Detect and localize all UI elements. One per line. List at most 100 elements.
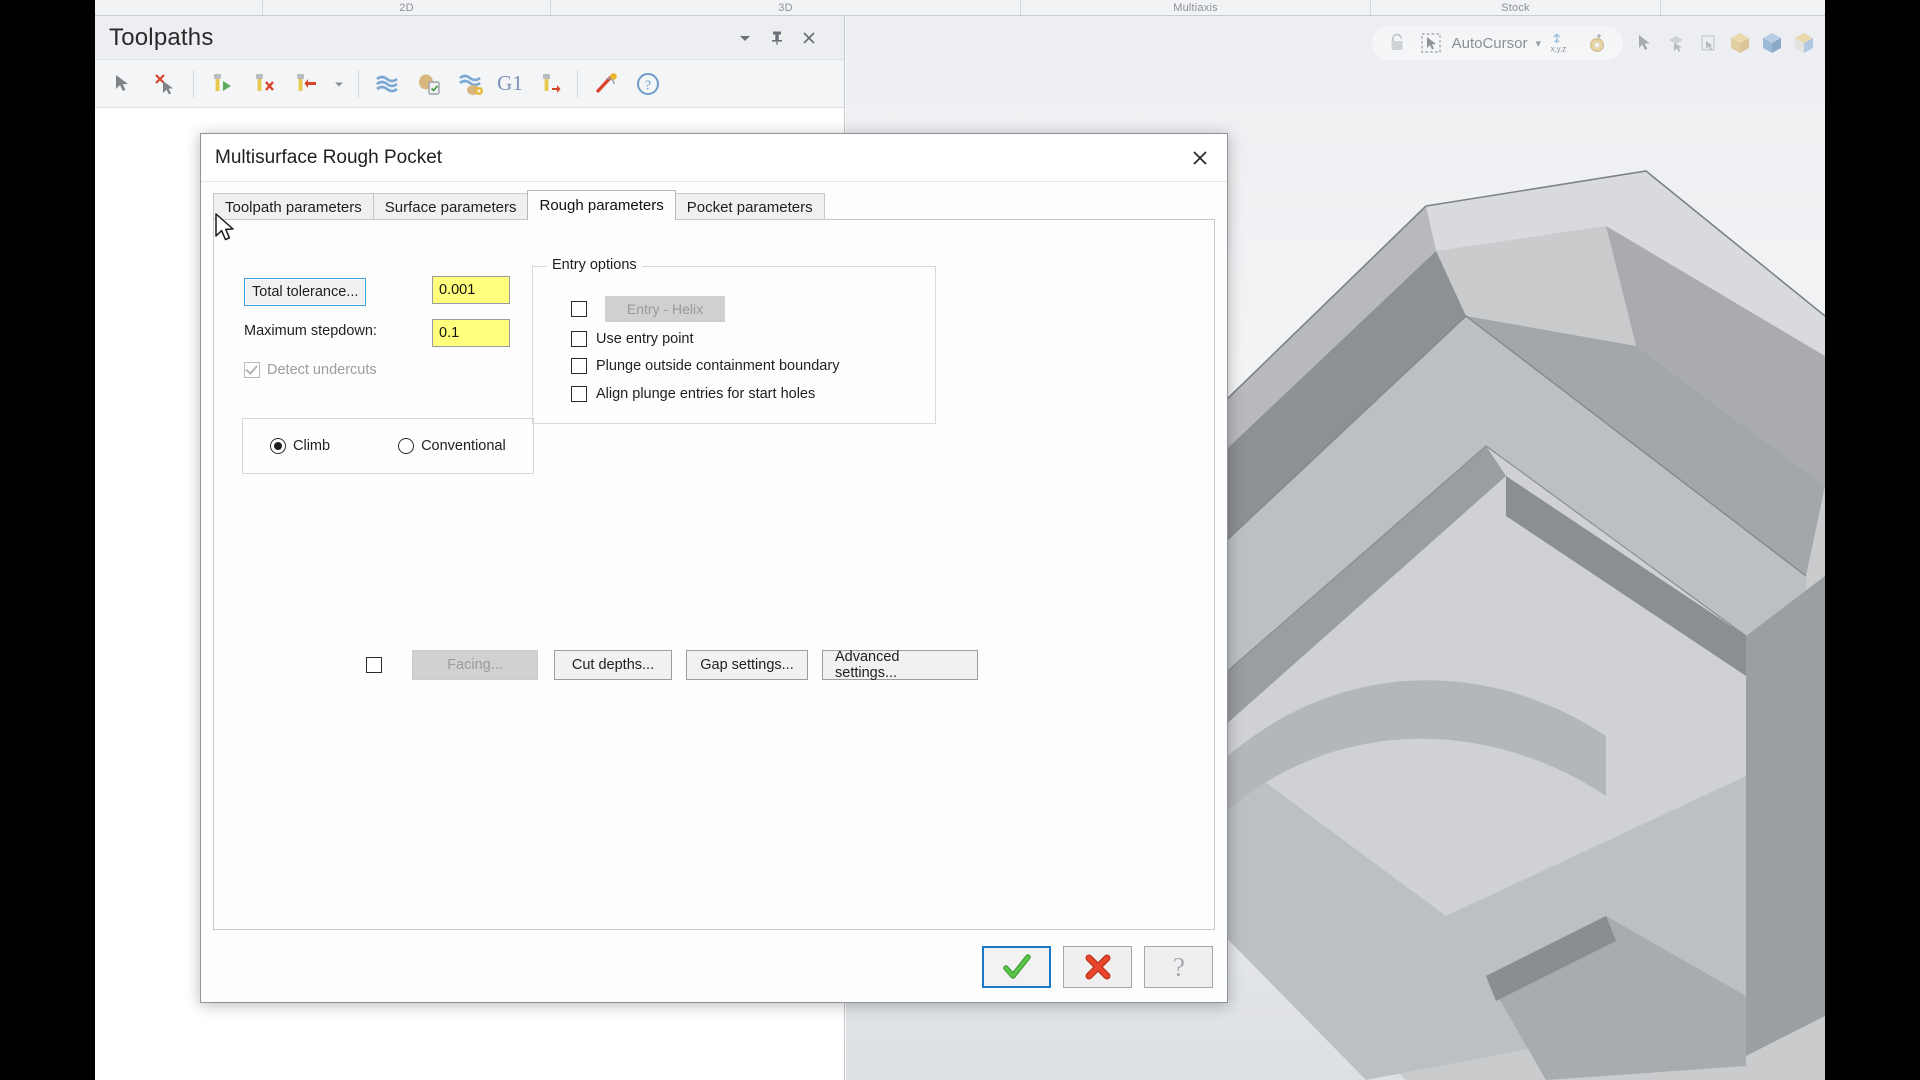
high-speed-toolpath-icon[interactable] (586, 64, 626, 104)
use-entry-point-checkbox[interactable] (571, 331, 587, 347)
select-face-icon[interactable] (1663, 30, 1689, 56)
detect-undercuts-row[interactable]: Detect undercuts (244, 362, 377, 378)
cut-depths-button[interactable]: Cut depths... (554, 650, 672, 680)
gap-settings-button[interactable]: Gap settings... (686, 650, 808, 680)
chevron-down-icon[interactable] (736, 29, 754, 47)
plunge-outside-boundary-checkbox[interactable] (571, 358, 587, 374)
climb-radio-indicator (270, 438, 286, 454)
g1-backplot-icon[interactable]: G1 (493, 64, 527, 104)
help-icon[interactable]: ? (628, 64, 668, 104)
multisurface-rough-pocket-dialog: Multisurface Rough Pocket Toolpath param… (200, 133, 1228, 1003)
total-tolerance-button[interactable]: Total tolerance... (244, 278, 366, 306)
tab-pocket-parameters[interactable]: Pocket parameters (674, 193, 825, 220)
pin-icon[interactable] (768, 29, 786, 47)
dialog-close-icon[interactable] (1173, 135, 1227, 181)
simulate-toolpath-icon[interactable] (451, 64, 491, 104)
screen-root: 2D 3D Multiaxis Stock Toolpaths G1 ? Aut… (0, 0, 1920, 1080)
gear-settings-icon[interactable] (1583, 30, 1609, 56)
close-icon[interactable] (800, 29, 818, 47)
tool-manager-icon[interactable] (529, 64, 569, 104)
select-toolpath-icon[interactable] (103, 64, 143, 104)
facing-checkbox[interactable] (366, 657, 382, 673)
conventional-label: Conventional (421, 438, 506, 454)
svg-text:?: ? (1173, 952, 1185, 982)
cancel-x-icon (1085, 954, 1110, 980)
select-edge-icon[interactable] (1695, 30, 1721, 56)
cancel-button[interactable] (1063, 946, 1132, 988)
maximum-stepdown-input[interactable]: 0.1 (432, 319, 510, 347)
dialog-titlebar: Multisurface Rough Pocket (201, 134, 1227, 182)
detect-undercuts-label: Detect undercuts (267, 362, 377, 378)
tab-surface-parameters[interactable]: Surface parameters (372, 193, 529, 220)
move-toolpath-icon[interactable] (286, 64, 326, 104)
letterbox-right (1825, 0, 1920, 1080)
ribbon-group-label: 2D (399, 2, 414, 14)
plunge-outside-boundary-row[interactable]: Plunge outside containment boundary (571, 358, 839, 374)
radio-conventional[interactable]: Conventional (398, 438, 506, 454)
viewport-toolbar: AutoCursor ▾ x,y,z (1371, 22, 1825, 64)
toolbar-dropdown-icon[interactable] (328, 64, 350, 104)
advanced-settings-button[interactable]: Advanced settings... (822, 649, 978, 681)
dialog-title: Multisurface Rough Pocket (215, 146, 443, 168)
ribbon-group-label: Multiaxis (1173, 2, 1218, 14)
tab-rough-parameters[interactable]: Rough parameters (527, 190, 676, 220)
ribbon-group-5[interactable] (1661, 0, 1825, 15)
maximum-stepdown-label: Maximum stepdown: (244, 323, 377, 339)
dialog-footer: ? (982, 946, 1213, 988)
shade-solid-icon[interactable] (1727, 30, 1753, 56)
dialog-tabstrip: Toolpath parameters Surface parameters R… (213, 190, 1215, 220)
climb-label: Climb (293, 438, 331, 454)
verify-toolpath-icon[interactable] (367, 64, 407, 104)
detect-undercuts-checkbox (244, 362, 260, 378)
ribbon-group-0[interactable] (95, 0, 263, 15)
regenerate-toolpath-icon[interactable] (202, 64, 242, 104)
entry-helix-checkbox[interactable] (571, 301, 587, 317)
tab-toolpath-parameters[interactable]: Toolpath parameters (213, 193, 374, 220)
ribbon-group-2d[interactable]: 2D (263, 0, 551, 15)
dialog-body: Toolpath parameters Surface parameters R… (201, 182, 1227, 1002)
ribbon-group-stock[interactable]: Stock (1371, 0, 1661, 15)
letterbox-left (0, 0, 95, 1080)
svg-text:x,y,z: x,y,z (1551, 45, 1567, 54)
post-toolpath-icon[interactable] (409, 64, 449, 104)
toolpaths-panel-header: Toolpaths (95, 16, 844, 60)
ribbon-group-multiaxis[interactable]: Multiaxis (1021, 0, 1371, 15)
autocursor-control[interactable]: AutoCursor ▾ x,y,z (1371, 26, 1623, 60)
lock-icon[interactable] (1384, 30, 1410, 56)
total-tolerance-input[interactable]: 0.001 (432, 276, 510, 304)
conventional-radio-indicator (398, 438, 415, 454)
panel-header-icons (736, 29, 834, 47)
xyz-coordinate-icon[interactable]: x,y,z (1549, 30, 1575, 56)
align-plunge-entries-row[interactable]: Align plunge entries for start holes (571, 386, 815, 402)
toolbar-separator (577, 69, 578, 98)
ribbon-group-3d[interactable]: 3D (551, 0, 1021, 15)
align-plunge-entries-label: Align plunge entries for start holes (596, 386, 816, 402)
ribbon-group-strip: 2D 3D Multiaxis Stock (95, 0, 1825, 16)
use-entry-point-row[interactable]: Use entry point (571, 331, 694, 347)
help-question-icon: ? (1173, 952, 1185, 982)
plunge-outside-boundary-label: Plunge outside containment boundary (596, 358, 840, 374)
align-plunge-entries-checkbox[interactable] (571, 386, 587, 402)
delete-toolpath-icon[interactable] (244, 64, 284, 104)
radio-climb[interactable]: Climb (270, 438, 330, 454)
entry-helix-row: Entry - Helix (571, 296, 725, 322)
entry-helix-button: Entry - Helix (605, 296, 725, 322)
toolpaths-panel-title: Toolpaths (109, 23, 214, 51)
shade-translucent-icon[interactable] (1791, 30, 1817, 56)
cut-direction-group: Climb Conventional (242, 418, 534, 474)
ribbon-group-label: Stock (1501, 2, 1530, 14)
autocursor-icon[interactable] (1418, 30, 1444, 56)
settings-action-row: Facing... Cut depths... Gap settings... … (366, 649, 978, 681)
autocursor-label: AutoCursor (1451, 34, 1528, 52)
select-arrow-icon[interactable] (1631, 30, 1657, 56)
facing-button: Facing... (412, 650, 538, 680)
g1-label: G1 (497, 71, 523, 95)
toolbar-separator (358, 69, 359, 98)
ok-button[interactable] (982, 946, 1051, 988)
toolbar-separator (193, 69, 194, 98)
help-button[interactable]: ? (1144, 946, 1213, 988)
deselect-toolpath-icon[interactable] (145, 64, 185, 104)
toolpaths-toolbar: G1 ? (95, 60, 844, 108)
autocursor-dropdown-icon[interactable]: ▾ (1535, 37, 1541, 50)
shade-blue-icon[interactable] (1759, 30, 1785, 56)
